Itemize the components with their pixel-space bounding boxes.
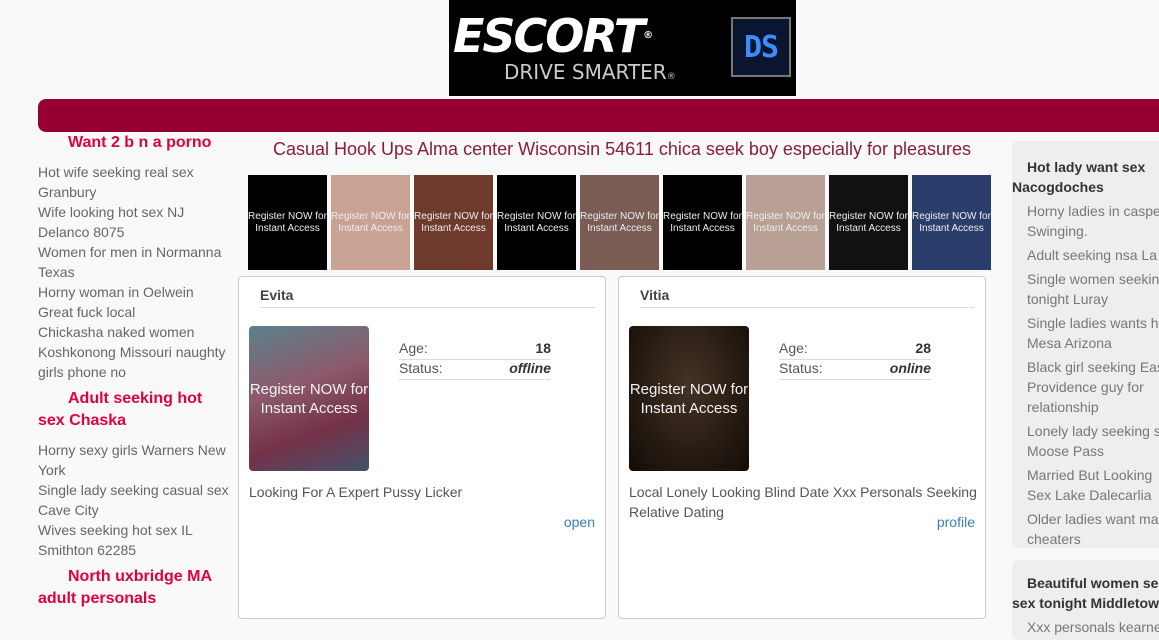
right-box: Hot lady want sex Nacogdoches Horny ladies…	[1012, 141, 1159, 548]
age-row: Age: 18	[399, 340, 551, 360]
status-row: Status: offline	[399, 360, 551, 380]
sidebar-heading: North uxbridge MA adult personals	[38, 568, 212, 607]
sidebar-link[interactable]: Chickasha naked women	[38, 322, 233, 342]
right-box-heading: Beautiful women se sex tonight Middletow	[1012, 575, 1159, 611]
profile-description: Looking For A Expert Pussy Licker	[249, 484, 463, 500]
thumbnail-caption: Register NOW for Instant Access	[248, 210, 327, 234]
sidebar-section: North uxbridge MA adult personals	[38, 566, 233, 610]
thumbnail-image[interactable]: Register NOW for Instant Access	[663, 175, 742, 270]
right-box: Beautiful women se sex tonight Middletow X…	[1012, 560, 1159, 640]
right-box-link[interactable]: Older ladies want ma cheaters	[1012, 509, 1159, 549]
sidebar-link[interactable]: Wives seeking hot sex IL Smithton 62285	[38, 520, 233, 560]
thumbnail-image[interactable]: Register NOW for Instant Access	[497, 175, 576, 270]
profile-name[interactable]: Evita	[260, 287, 595, 308]
status-label: Status:	[779, 360, 823, 376]
right-box-heading: Hot lady want sex Nacogdoches	[1012, 159, 1146, 195]
thumbnail-caption: Register NOW for Instant Access	[580, 210, 659, 234]
sidebar-link[interactable]: Horny woman in Oelwein	[38, 282, 233, 302]
profile-name[interactable]: Vitia	[640, 287, 975, 308]
right-box-link[interactable]: Lonely lady seeking s Moose Pass	[1012, 421, 1159, 461]
thumbnail-image[interactable]: Register NOW for Instant Access	[331, 175, 410, 270]
profile-link[interactable]: profile	[937, 514, 975, 530]
sidebar-heading: Adult seeking hot sex Chaska	[38, 390, 203, 429]
thumbnail-caption: Register NOW for Instant Access	[331, 210, 410, 234]
age-label: Age:	[779, 340, 808, 356]
status-value: online	[889, 360, 931, 376]
photo-caption: Register NOW for Instant Access	[249, 380, 369, 417]
escort-banner-ad[interactable]: ESCORT® DRIVE SMARTER® DS	[449, 0, 796, 96]
sidebar-section: Want 2 b n a porno Hot wife seeking real …	[38, 132, 233, 382]
sidebar-link[interactable]: Hot wife seeking real sex Granbury	[38, 162, 233, 202]
right-box-link[interactable]: Xxx personals kearne	[1012, 617, 1159, 637]
right-box-link[interactable]: Single ladies wants h Mesa Arizona	[1012, 313, 1159, 353]
sidebar-link[interactable]: Horny sexy girls Warners New York	[38, 440, 233, 480]
right-box-link[interactable]: Horny ladies in caspe Swinging.	[1012, 201, 1159, 241]
profile-description: Local Lonely Looking Blind Date Xxx Pers…	[629, 484, 977, 520]
status-value: offline	[509, 360, 551, 376]
sidebar-link[interactable]: Women for men in Normanna Texas	[38, 242, 233, 282]
age-value: 18	[535, 340, 551, 356]
thumbnail-caption: Register NOW for Instant Access	[663, 210, 742, 234]
thumbnail-image[interactable]: Register NOW for Instant Access	[580, 175, 659, 270]
thumbnail-image[interactable]: Register NOW for Instant Access	[829, 175, 908, 270]
sidebar-link[interactable]: Single lady seeking casual sex Cave City	[38, 480, 233, 520]
sidebar-section: Adult seeking hot sex Chaska Horny sexy g…	[38, 388, 233, 560]
sidebar-link[interactable]: Wife looking hot sex NJ Delanco 8075	[38, 202, 233, 242]
left-sidebar: Want 2 b n a porno Hot wife seeking real …	[38, 132, 233, 618]
age-row: Age: 28	[779, 340, 931, 360]
ds-logo-icon: DS	[731, 17, 791, 77]
thumbnail-caption: Register NOW for Instant Access	[912, 210, 991, 234]
thumbnail-caption: Register NOW for Instant Access	[414, 210, 493, 234]
page-title: Casual Hook Ups Alma center Wisconsin 54…	[272, 139, 971, 159]
status-row: Status: online	[779, 360, 931, 380]
profile-card: Evita Register NOW for Instant Access Ag…	[238, 276, 606, 619]
thumbnail-image[interactable]: Register NOW for Instant Access	[248, 175, 327, 270]
thumbnail-caption: Register NOW for Instant Access	[497, 210, 576, 234]
sidebar-link[interactable]: Koshkonong Missouri naughty girls phone …	[38, 342, 233, 382]
thumbnail-image[interactable]: Register NOW for Instant Access	[912, 175, 991, 270]
thumbnail-caption: Register NOW for Instant Access	[829, 210, 908, 234]
age-label: Age:	[399, 340, 428, 356]
banner-brand: ESCORT®	[453, 9, 653, 63]
thumbnail-strip: Register NOW for Instant Access Register …	[248, 175, 993, 270]
sidebar-heading: Want 2 b n a porno	[68, 134, 212, 151]
right-box-link[interactable]: Single women seekin tonight Luray	[1012, 269, 1159, 309]
right-box-link[interactable]: Black girl seeking Eas Providence guy for…	[1012, 357, 1159, 417]
age-value: 28	[915, 340, 931, 356]
sidebar-link[interactable]: Great fuck local	[38, 302, 233, 322]
profile-photo[interactable]: Register NOW for Instant Access	[249, 326, 369, 471]
thumbnail-caption: Register NOW for Instant Access	[746, 210, 825, 234]
thumbnail-image[interactable]: Register NOW for Instant Access	[414, 175, 493, 270]
banner-tagline: DRIVE SMARTER®	[504, 60, 676, 84]
profile-link[interactable]: open	[564, 514, 595, 530]
photo-caption: Register NOW for Instant Access	[629, 380, 749, 417]
thumbnail-image[interactable]: Register NOW for Instant Access	[746, 175, 825, 270]
right-box-link[interactable]: Adult seeking nsa La	[1012, 245, 1159, 265]
nav-bar	[38, 99, 1159, 132]
profile-card: Vitia Register NOW for Instant Access Ag…	[618, 276, 986, 619]
right-box-link[interactable]: Married But Looking Sex Lake Dalecarlia	[1012, 465, 1159, 505]
profile-photo[interactable]: Register NOW for Instant Access	[629, 326, 749, 471]
status-label: Status:	[399, 360, 443, 376]
